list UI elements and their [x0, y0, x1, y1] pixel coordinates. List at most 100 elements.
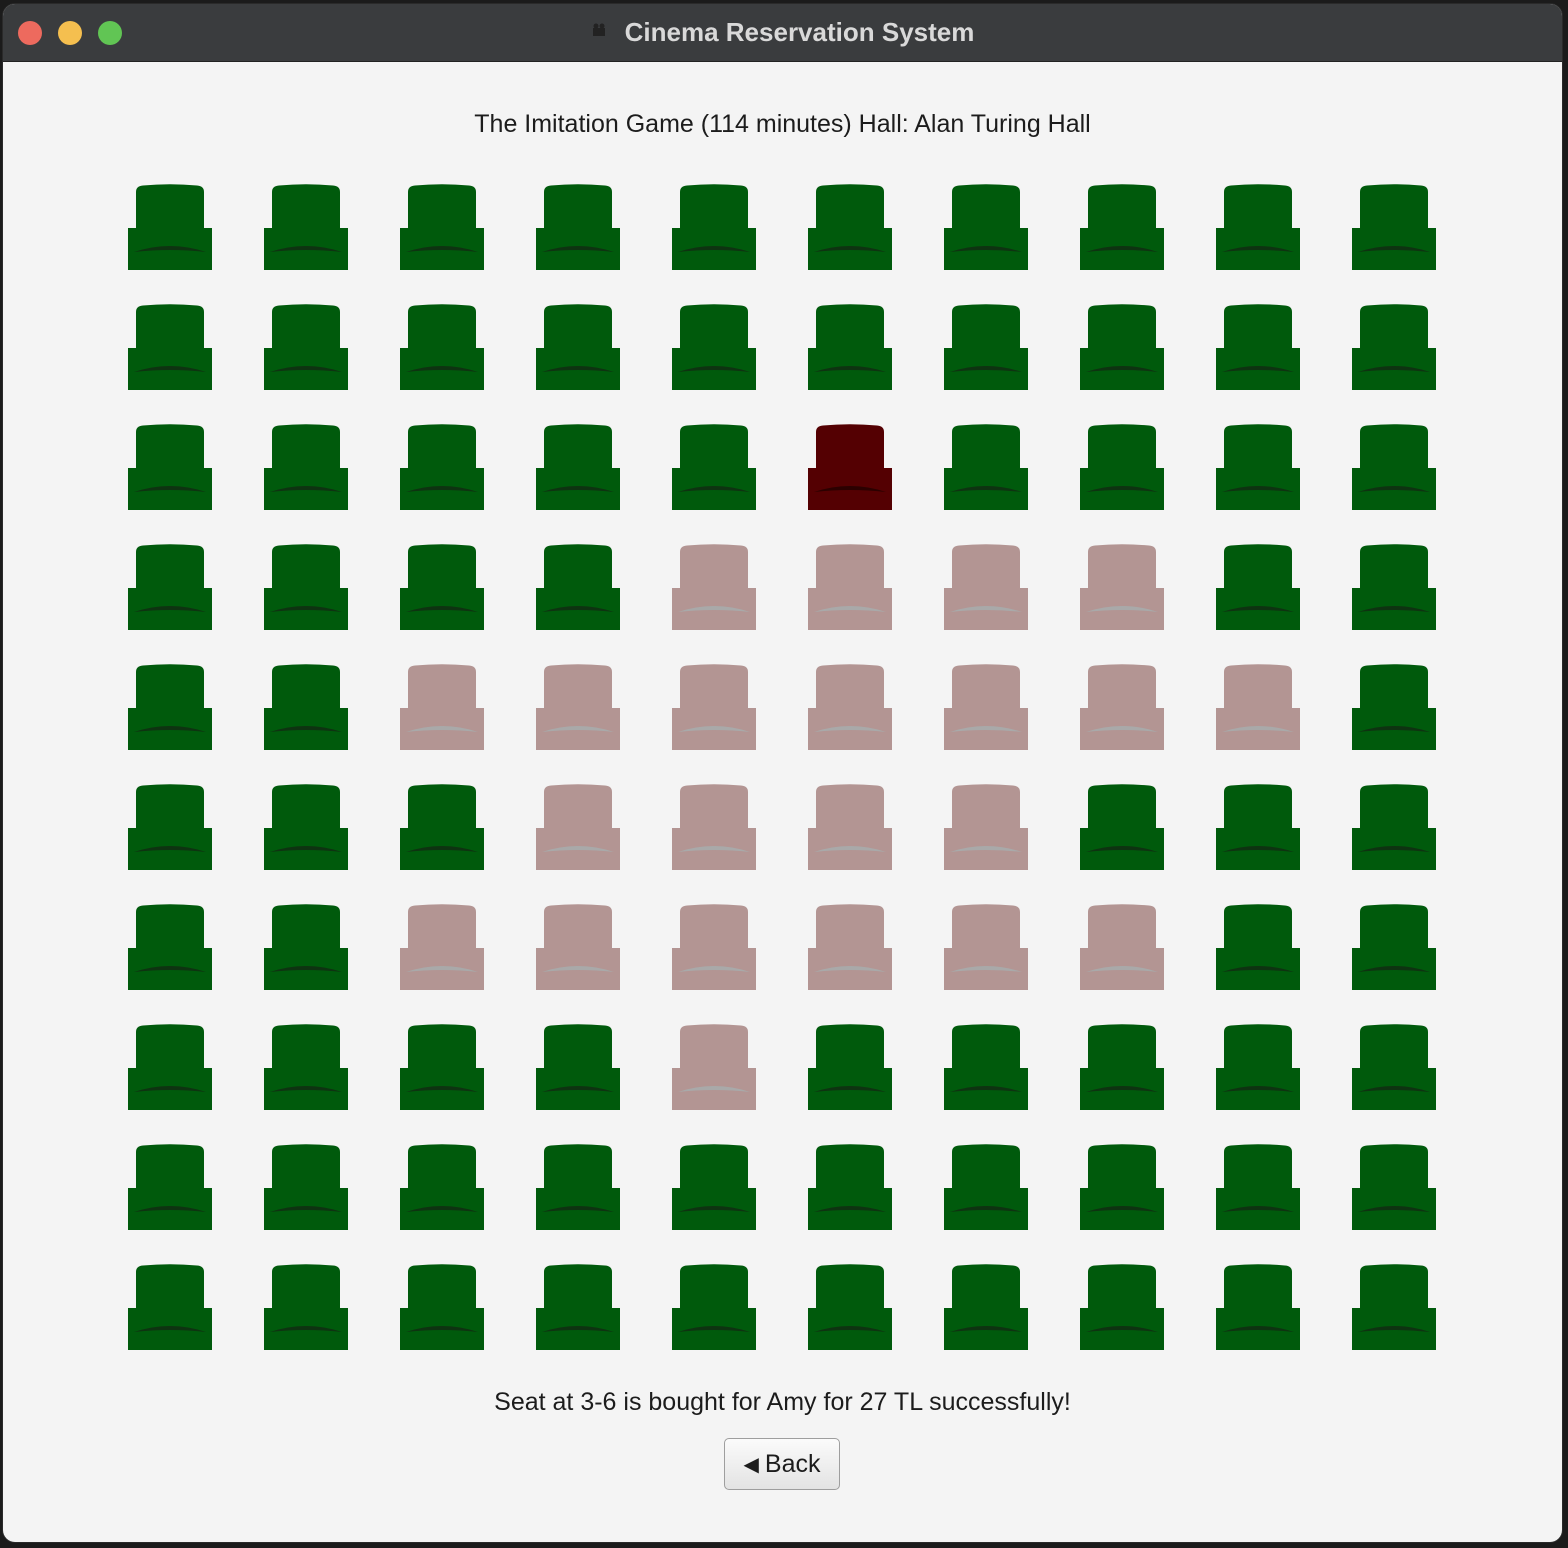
seat-3-2[interactable] — [264, 424, 348, 510]
seat-3-5[interactable] — [672, 424, 756, 510]
seat-2-4[interactable] — [536, 304, 620, 390]
seat-2-6[interactable] — [808, 304, 892, 390]
seat-4-5[interactable] — [672, 544, 756, 630]
seat-4-7[interactable] — [944, 544, 1028, 630]
seat-3-4[interactable] — [536, 424, 620, 510]
seat-4-3[interactable] — [400, 544, 484, 630]
seat-4-4[interactable] — [536, 544, 620, 630]
seat-8-1[interactable] — [128, 1024, 212, 1110]
seat-9-10[interactable] — [1352, 1144, 1436, 1230]
seat-5-2[interactable] — [264, 664, 348, 750]
seat-10-7[interactable] — [944, 1264, 1028, 1350]
seat-10-4[interactable] — [536, 1264, 620, 1350]
seat-5-7[interactable] — [944, 664, 1028, 750]
seat-10-1[interactable] — [128, 1264, 212, 1350]
seat-1-6[interactable] — [808, 184, 892, 270]
seat-9-4[interactable] — [536, 1144, 620, 1230]
seat-7-3[interactable] — [400, 904, 484, 990]
seat-4-1[interactable] — [128, 544, 212, 630]
seat-5-4[interactable] — [536, 664, 620, 750]
seat-1-3[interactable] — [400, 184, 484, 270]
seat-1-1[interactable] — [128, 184, 212, 270]
seat-9-2[interactable] — [264, 1144, 348, 1230]
seat-4-8[interactable] — [1080, 544, 1164, 630]
seat-7-6[interactable] — [808, 904, 892, 990]
seat-8-5[interactable] — [672, 1024, 756, 1110]
seat-10-9[interactable] — [1216, 1264, 1300, 1350]
seat-9-6[interactable] — [808, 1144, 892, 1230]
seat-1-7[interactable] — [944, 184, 1028, 270]
seat-5-8[interactable] — [1080, 664, 1164, 750]
seat-1-10[interactable] — [1352, 184, 1436, 270]
seat-9-3[interactable] — [400, 1144, 484, 1230]
seat-7-8[interactable] — [1080, 904, 1164, 990]
seat-2-1[interactable] — [128, 304, 212, 390]
seat-10-6[interactable] — [808, 1264, 892, 1350]
seat-6-2[interactable] — [264, 784, 348, 870]
seat-1-2[interactable] — [264, 184, 348, 270]
seat-4-2[interactable] — [264, 544, 348, 630]
seat-9-8[interactable] — [1080, 1144, 1164, 1230]
seat-10-2[interactable] — [264, 1264, 348, 1350]
seat-5-5[interactable] — [672, 664, 756, 750]
seat-8-4[interactable] — [536, 1024, 620, 1110]
back-button[interactable]: ◀ Back — [724, 1438, 840, 1490]
seat-6-9[interactable] — [1216, 784, 1300, 870]
seat-2-8[interactable] — [1080, 304, 1164, 390]
seat-5-10[interactable] — [1352, 664, 1436, 750]
seat-7-1[interactable] — [128, 904, 212, 990]
seat-10-10[interactable] — [1352, 1264, 1436, 1350]
seat-10-3[interactable] — [400, 1264, 484, 1350]
seat-6-10[interactable] — [1352, 784, 1436, 870]
seat-3-10[interactable] — [1352, 424, 1436, 510]
seat-6-6[interactable] — [808, 784, 892, 870]
seat-2-10[interactable] — [1352, 304, 1436, 390]
seat-5-3[interactable] — [400, 664, 484, 750]
seat-8-2[interactable] — [264, 1024, 348, 1110]
seat-5-9[interactable] — [1216, 664, 1300, 750]
seat-3-6[interactable] — [808, 424, 892, 510]
seat-6-8[interactable] — [1080, 784, 1164, 870]
seat-1-8[interactable] — [1080, 184, 1164, 270]
seat-4-9[interactable] — [1216, 544, 1300, 630]
seat-1-9[interactable] — [1216, 184, 1300, 270]
seat-3-8[interactable] — [1080, 424, 1164, 510]
seat-2-2[interactable] — [264, 304, 348, 390]
seat-4-6[interactable] — [808, 544, 892, 630]
seat-6-7[interactable] — [944, 784, 1028, 870]
seat-3-3[interactable] — [400, 424, 484, 510]
seat-9-5[interactable] — [672, 1144, 756, 1230]
seat-6-1[interactable] — [128, 784, 212, 870]
seat-7-9[interactable] — [1216, 904, 1300, 990]
seat-2-5[interactable] — [672, 304, 756, 390]
seat-5-6[interactable] — [808, 664, 892, 750]
seat-10-5[interactable] — [672, 1264, 756, 1350]
seat-3-7[interactable] — [944, 424, 1028, 510]
seat-8-9[interactable] — [1216, 1024, 1300, 1110]
seat-8-10[interactable] — [1352, 1024, 1436, 1110]
seat-7-5[interactable] — [672, 904, 756, 990]
seat-1-5[interactable] — [672, 184, 756, 270]
seat-1-4[interactable] — [536, 184, 620, 270]
seat-6-5[interactable] — [672, 784, 756, 870]
seat-7-4[interactable] — [536, 904, 620, 990]
seat-3-1[interactable] — [128, 424, 212, 510]
seat-6-4[interactable] — [536, 784, 620, 870]
seat-2-7[interactable] — [944, 304, 1028, 390]
seat-3-9[interactable] — [1216, 424, 1300, 510]
seat-6-3[interactable] — [400, 784, 484, 870]
seat-5-1[interactable] — [128, 664, 212, 750]
seat-8-8[interactable] — [1080, 1024, 1164, 1110]
seat-8-3[interactable] — [400, 1024, 484, 1110]
seat-4-10[interactable] — [1352, 544, 1436, 630]
seat-10-8[interactable] — [1080, 1264, 1164, 1350]
seat-9-7[interactable] — [944, 1144, 1028, 1230]
seat-2-3[interactable] — [400, 304, 484, 390]
seat-8-7[interactable] — [944, 1024, 1028, 1110]
seat-9-9[interactable] — [1216, 1144, 1300, 1230]
seat-2-9[interactable] — [1216, 304, 1300, 390]
seat-7-7[interactable] — [944, 904, 1028, 990]
seat-7-10[interactable] — [1352, 904, 1436, 990]
seat-8-6[interactable] — [808, 1024, 892, 1110]
seat-9-1[interactable] — [128, 1144, 212, 1230]
